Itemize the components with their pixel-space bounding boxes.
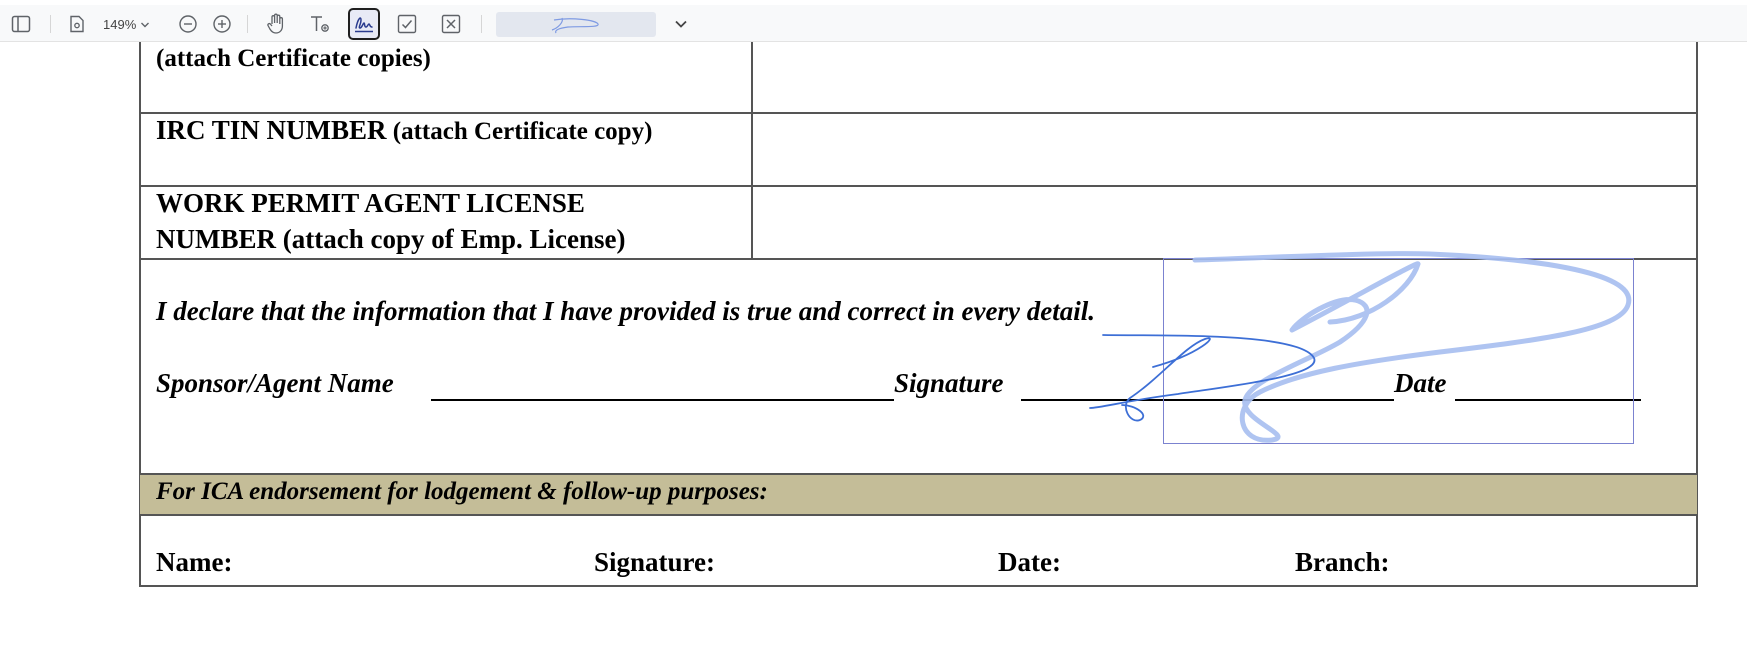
footer-name-label: Name: bbox=[156, 547, 233, 577]
toolbar-separator bbox=[481, 15, 482, 33]
footer-signature-label: Signature: bbox=[594, 547, 716, 577]
signature-tool-button[interactable] bbox=[348, 8, 380, 40]
table-column-divider bbox=[751, 42, 753, 259]
text-tool-icon bbox=[309, 14, 331, 34]
pdf-toolbar: 149% bbox=[0, 5, 1747, 42]
signature-annotation-selection[interactable] bbox=[1163, 258, 1634, 444]
hand-tool-icon bbox=[266, 13, 286, 35]
table-row-divider bbox=[139, 112, 1698, 114]
hand-tool-button[interactable] bbox=[264, 12, 288, 36]
row-work-permit-line1: WORK PERMIT AGENT LICENSE bbox=[156, 188, 585, 218]
saved-signature-thumbnail[interactable] bbox=[496, 12, 656, 37]
signature-dropdown-button[interactable] bbox=[669, 13, 693, 35]
table-row-divider bbox=[139, 185, 1698, 187]
sidebar-toggle-icon bbox=[11, 15, 31, 33]
table-bottom-border bbox=[139, 585, 1698, 587]
page-thumbnail-icon bbox=[69, 15, 85, 33]
row-irc-tin-label: IRC TIN NUMBER (attach Certificate copy) bbox=[156, 115, 652, 146]
checkmark-tool-icon bbox=[397, 14, 417, 34]
signature-label: Signature bbox=[894, 368, 1004, 398]
chevron-down-icon bbox=[140, 17, 150, 32]
cross-tool-icon bbox=[441, 14, 461, 34]
zoom-level: 149% bbox=[103, 16, 137, 32]
text-tool-button[interactable] bbox=[308, 12, 332, 36]
zoom-out-icon bbox=[178, 14, 198, 34]
page-thumbnail-button[interactable] bbox=[66, 13, 88, 35]
sponsor-name-line bbox=[431, 399, 894, 401]
zoom-dropdown[interactable]: 149% bbox=[103, 13, 159, 35]
row-work-permit-line2: NUMBER (attach copy of Emp. License) bbox=[156, 224, 626, 254]
sponsor-name-label: Sponsor/Agent Name bbox=[156, 368, 394, 398]
irc-tin-note: (attach Certificate copy) bbox=[386, 118, 653, 145]
toolbar-separator bbox=[50, 15, 51, 33]
table-row-divider bbox=[139, 514, 1698, 516]
endorsement-heading: For ICA endorsement for lodgement & foll… bbox=[156, 478, 768, 505]
zoom-out-button[interactable] bbox=[177, 13, 199, 35]
chevron-down-icon bbox=[674, 19, 688, 29]
footer-branch-label: Branch: bbox=[1295, 547, 1390, 577]
declaration-text: I declare that the information that I ha… bbox=[156, 296, 1095, 326]
cross-tool-button[interactable] bbox=[439, 12, 463, 36]
footer-date-label: Date: bbox=[998, 547, 1061, 577]
checkmark-tool-button[interactable] bbox=[395, 12, 419, 36]
toolbar-separator bbox=[247, 15, 248, 33]
row-certificate-label: (attach Certificate copies) bbox=[156, 45, 431, 72]
zoom-in-icon bbox=[212, 14, 232, 34]
sidebar-toggle-button[interactable] bbox=[8, 12, 34, 36]
zoom-in-button[interactable] bbox=[211, 13, 233, 35]
irc-tin-heading: IRC TIN NUMBER bbox=[156, 115, 387, 145]
signature-tool-icon bbox=[353, 14, 375, 34]
